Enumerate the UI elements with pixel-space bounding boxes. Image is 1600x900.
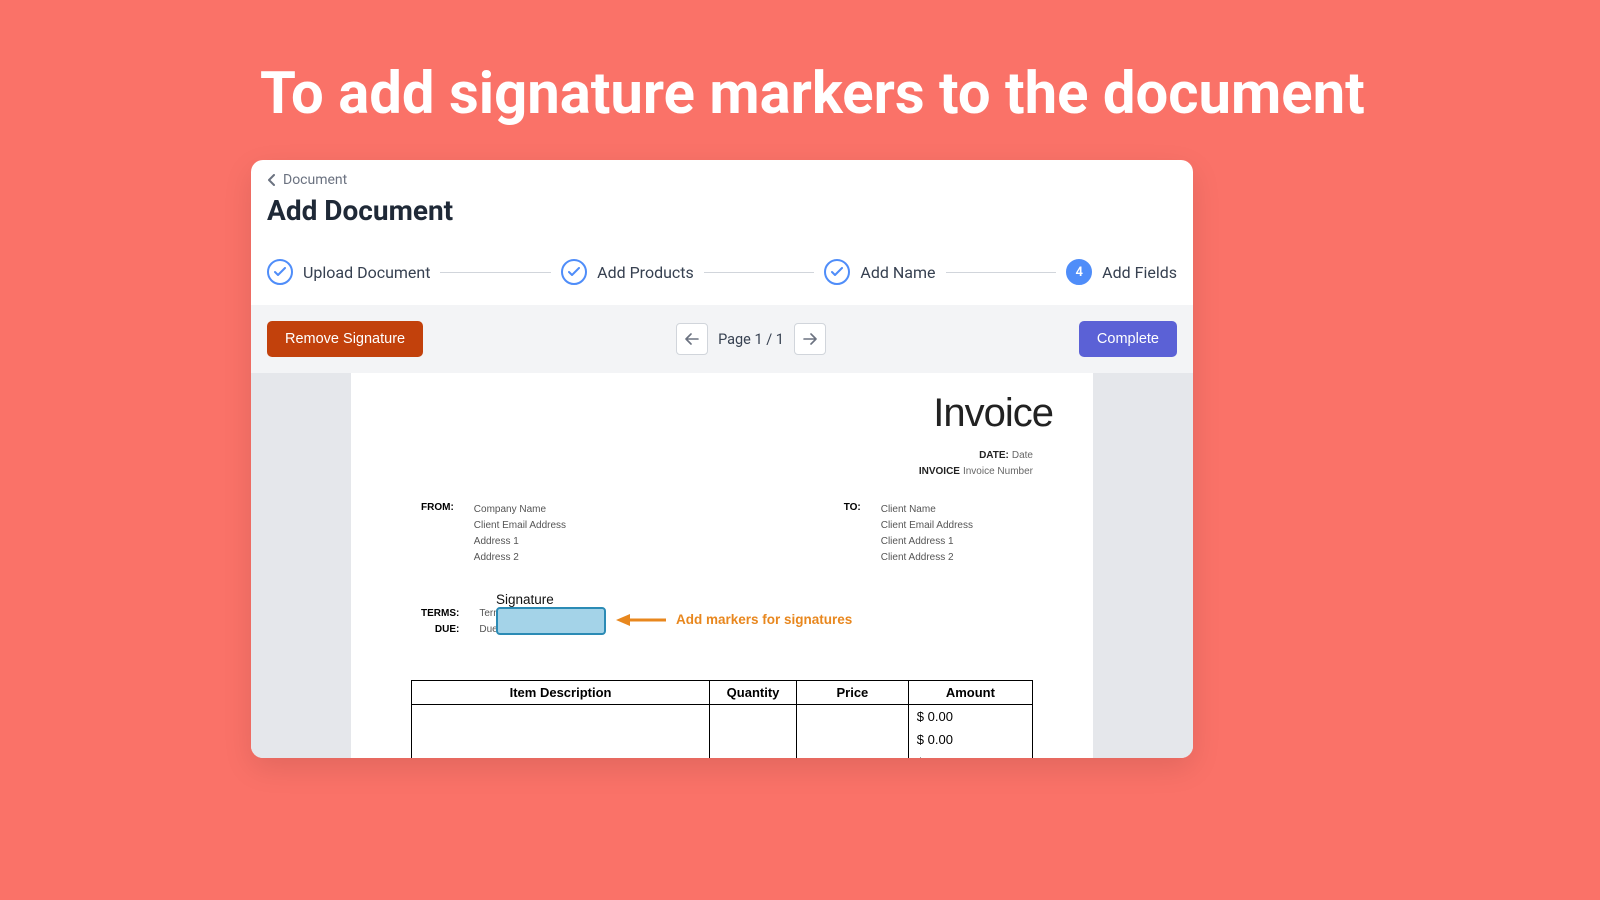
app-window: Document Add Document Upload Document Ad… (251, 160, 1193, 758)
prev-page-button[interactable] (676, 323, 708, 355)
slide-title: To add signature markers to the document (260, 60, 1365, 128)
step-label: Upload Document (303, 263, 430, 282)
stepper: Upload Document Add Products Add Name 4 … (251, 239, 1193, 305)
document-viewer: Invoice DATE:Date INVOICEInvoice Number … (251, 373, 1193, 758)
th-description: Item Description (412, 681, 710, 705)
annotation-text: Add markers for signatures (676, 612, 852, 627)
arrow-left-icon (685, 333, 699, 345)
invoice-table: Item Description Quantity Price Amount $… (411, 680, 1033, 758)
from-address: FROM: Company Name Client Email Address … (421, 502, 566, 566)
check-icon (267, 259, 293, 285)
document-page[interactable]: Invoice DATE:Date INVOICEInvoice Number … (351, 373, 1093, 758)
terms-block: TERMS: DUE: Terms Due Date Signature (381, 606, 1063, 638)
arrow-right-icon (803, 333, 817, 345)
complete-button[interactable]: Complete (1079, 321, 1177, 357)
breadcrumb-label: Document (283, 172, 347, 188)
step-label: Add Products (597, 263, 694, 282)
remove-signature-button[interactable]: Remove Signature (267, 321, 423, 357)
signature-label: Signature (496, 592, 606, 607)
signature-box[interactable] (496, 607, 606, 635)
chevron-left-icon (267, 174, 277, 186)
th-amount: Amount (908, 681, 1032, 705)
next-page-button[interactable] (794, 323, 826, 355)
page-indicator: Page 1 / 1 (718, 331, 784, 348)
step-divider (704, 272, 815, 273)
th-quantity: Quantity (710, 681, 797, 705)
breadcrumb-back[interactable]: Document (267, 172, 1177, 188)
check-icon (824, 259, 850, 285)
to-address: TO: Client Name Client Email Address Cli… (844, 502, 973, 566)
step-add-fields[interactable]: 4 Add Fields (1066, 259, 1177, 285)
step-label: Add Name (860, 263, 935, 282)
annotation-callout: Add markers for signatures (616, 612, 852, 627)
pager: Page 1 / 1 (676, 323, 826, 355)
th-price: Price (797, 681, 909, 705)
step-divider (946, 272, 1057, 273)
check-icon (561, 259, 587, 285)
arrow-left-icon (616, 613, 666, 627)
step-add-name[interactable]: Add Name (824, 259, 935, 285)
signature-marker[interactable]: Signature (496, 592, 606, 635)
invoice-title: Invoice (381, 391, 1053, 436)
step-add-products[interactable]: Add Products (561, 259, 694, 285)
invoice-meta: DATE:Date INVOICEInvoice Number (381, 448, 1033, 480)
step-label: Add Fields (1102, 263, 1177, 282)
step-upload-document[interactable]: Upload Document (267, 259, 430, 285)
table-row: $ 0.00 (412, 705, 1033, 729)
toolbar: Remove Signature Page 1 / 1 Complete (251, 305, 1193, 373)
step-number-icon: 4 (1066, 259, 1092, 285)
step-divider (440, 272, 551, 273)
page-title: Add Document (267, 194, 1177, 227)
